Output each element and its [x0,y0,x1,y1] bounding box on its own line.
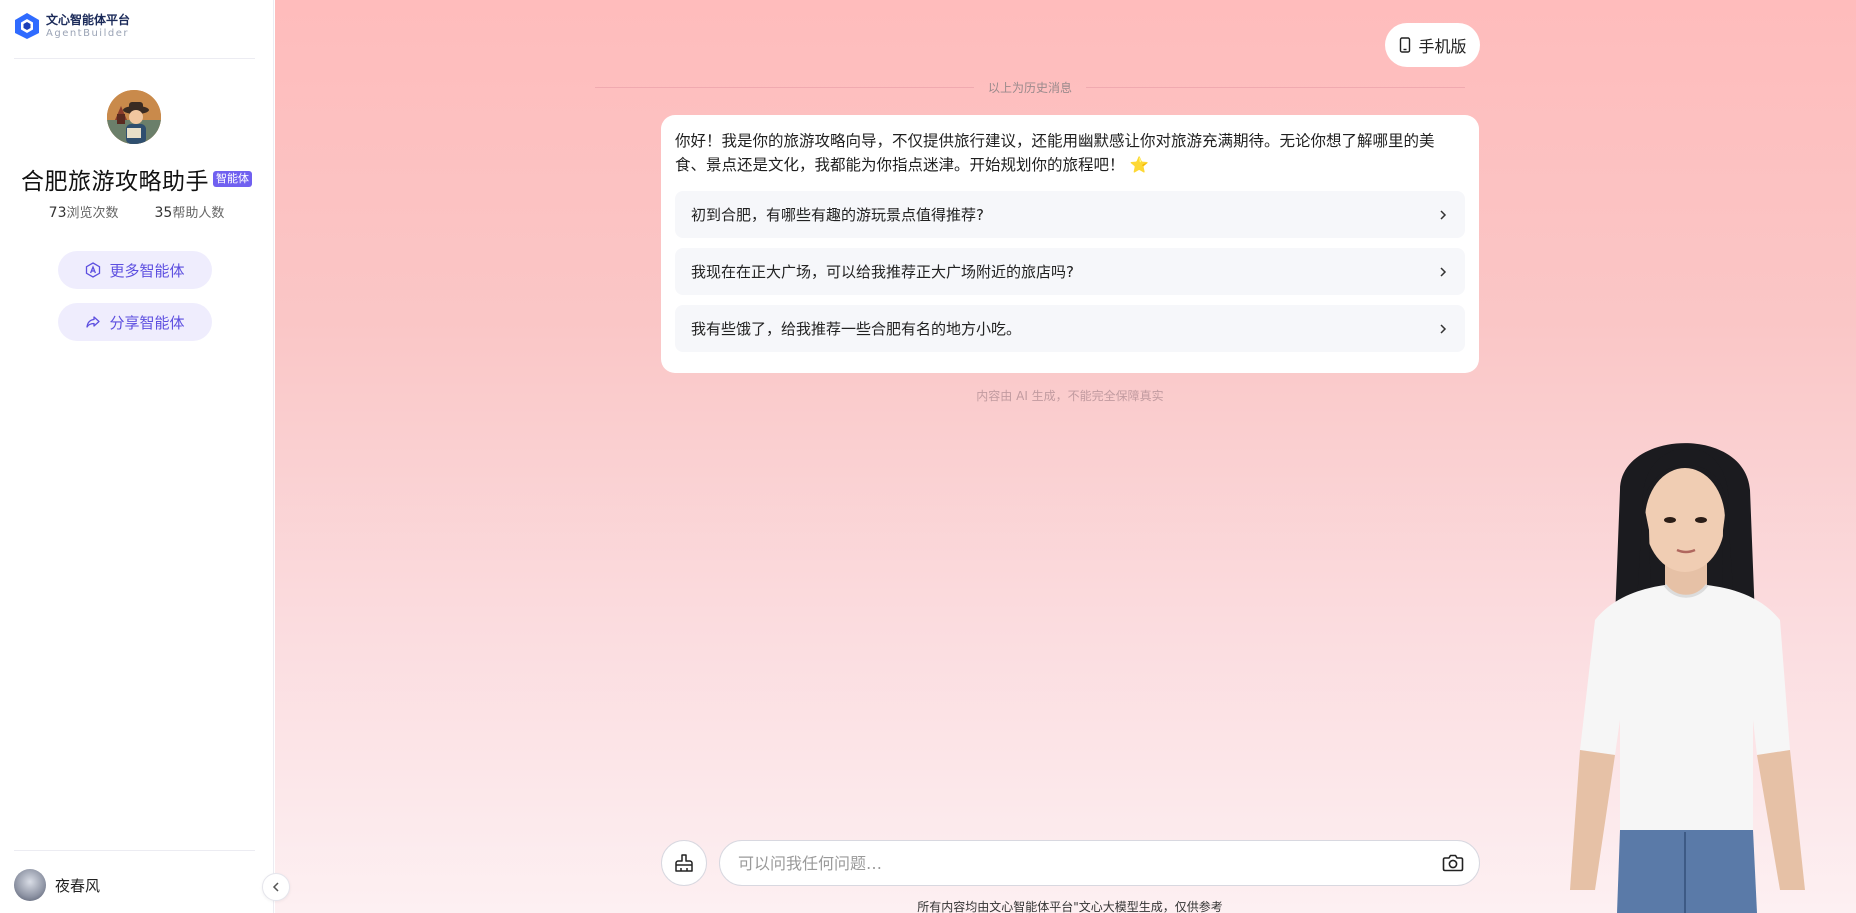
app-logo[interactable]: 文心智能体平台 AgentBuilder [14,12,130,40]
chat-input-box [719,840,1480,886]
chevron-right-icon [1440,209,1447,220]
welcome-text-body: 你好！我是你的旅游攻略向导，不仅提供旅行建议，还能用幽默感让你对旅游充满期待。无… [675,132,1435,174]
phone-icon [1400,37,1411,53]
agent-name: 合肥旅游攻略助手 [21,169,209,195]
chevron-right-icon [1440,266,1447,277]
star-emoji: ⭐ [1129,156,1149,174]
agent-stats: 73浏览次数 35帮助人数 [0,202,273,221]
chevron-right-icon [1440,323,1447,334]
share-arrow-icon [86,316,101,328]
suggestion-text: 我有些饿了，给我推荐一些合肥有名的地方小吃。 [691,320,1022,338]
suggestion-text: 初到合肥，有哪些有趣的游玩景点值得推荐? [691,206,984,224]
share-agent-label: 分享智能体 [109,313,185,332]
agent-a-icon [86,262,101,278]
user-profile[interactable]: 夜春风 [14,869,100,901]
mobile-version-label: 手机版 [1418,37,1467,56]
chat-area: 手机版 以上为历史消息 你好！我是你的旅游攻略向导，不仅提供旅行建议，还能用幽默… [275,0,1856,913]
share-agent-button[interactable]: 分享智能体 [58,303,212,341]
history-divider: 以上为历史消息 [595,79,1466,96]
suggestion-text: 我现在在正大广场，可以给我推荐正大广场附近的旅店吗? [691,263,1074,281]
collapse-sidebar-button[interactable] [262,873,290,901]
agent-avatar-illustration [107,90,161,144]
agent-badge: 智能体 [213,171,252,187]
views-label: 浏览次数 [66,206,119,221]
views-count: 73 [48,205,67,221]
sidebar-divider [14,58,255,59]
clear-chat-button[interactable] [661,840,707,886]
helped-count: 35 [154,205,173,221]
suggestion-item[interactable]: 我现在在正大广场，可以给我推荐正大广场附近的旅店吗? [675,248,1465,295]
suggestion-item[interactable]: 初到合肥，有哪些有趣的游玩景点值得推荐? [675,191,1465,238]
helped-label: 帮助人数 [172,206,225,221]
suggestion-item[interactable]: 我有些饿了，给我推荐一些合肥有名的地方小吃。 [675,305,1465,352]
chevron-left-icon [272,882,279,892]
digital-human-figure [1570,443,1805,913]
camera-icon [1442,854,1464,872]
broom-icon [675,854,693,872]
sidebar-divider [14,850,255,851]
sidebar: 文心智能体平台 AgentBuilder 合肥旅游攻略助手 智能体 73浏览次数… [0,0,274,913]
logo-subtitle: AgentBuilder [46,27,129,39]
helped-stat: 35帮助人数 [155,202,225,221]
more-agents-button[interactable]: 更多智能体 [58,251,212,289]
views-stat: 73浏览次数 [49,202,119,221]
agentbuilder-logo-icon [15,13,39,39]
user-avatar [14,869,46,901]
mobile-version-button[interactable]: 手机版 [1385,23,1480,67]
ai-disclaimer: 内容由 AI 生成，不能完全保障真实 [976,389,1164,403]
footer-disclaimer: 所有内容均由文心智能体平台"文心大模型生成，仅供参考 [917,900,1223,913]
history-divider-text: 以上为历史消息 [988,81,1073,95]
image-upload-button[interactable] [1441,851,1465,875]
user-name: 夜春风 [55,876,101,895]
agent-avatar [107,90,161,144]
more-agents-label: 更多智能体 [109,261,185,280]
chat-input[interactable] [736,852,1441,874]
welcome-message: 你好！我是你的旅游攻略向导，不仅提供旅行建议，还能用幽默感让你对旅游充满期待。无… [661,115,1479,373]
welcome-text: 你好！我是你的旅游攻略向导，不仅提供旅行建议，还能用幽默感让你对旅游充满期待。无… [675,129,1465,177]
logo-name: 文心智能体平台 [46,12,131,27]
